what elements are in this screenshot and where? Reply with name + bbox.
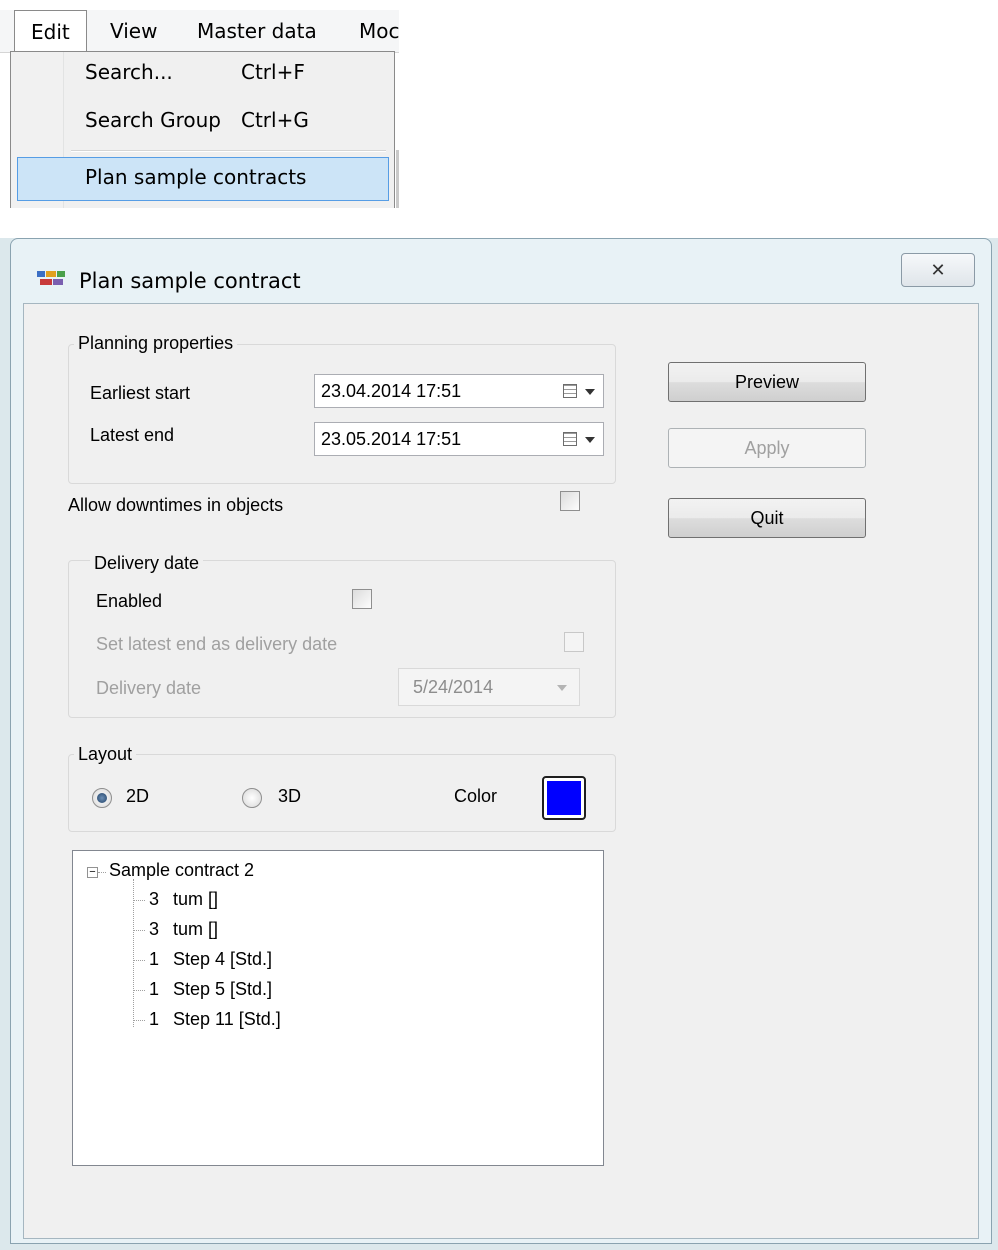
planning-properties-group: [68, 344, 616, 484]
chevron-down-icon[interactable]: [557, 685, 567, 691]
app-icon: [37, 271, 65, 285]
menu-item-search-shortcut: Ctrl+F: [241, 60, 305, 84]
earliest-start-label: Earliest start: [90, 383, 191, 403]
calendar-icon[interactable]: [563, 384, 577, 398]
radio-2d-label: 2D: [126, 786, 150, 806]
menu-screenshot: Edit View Master data Moc Search... Ctrl…: [0, 0, 399, 208]
tree-item-qty: 3: [149, 889, 160, 909]
earliest-start-picker[interactable]: 23.04.2014 17:51: [314, 374, 604, 408]
tree-connector: [133, 879, 134, 1027]
tree-connector: [133, 960, 145, 961]
menu-view[interactable]: View: [110, 10, 157, 52]
latest-end-value: 23.05.2014 17:51: [321, 429, 462, 449]
menu-edge: [396, 150, 399, 208]
menu-edit[interactable]: Edit: [14, 10, 87, 53]
allow-downtimes-label: Allow downtimes in objects: [68, 495, 284, 515]
edit-dropdown: Search... Ctrl+F Search Group Ctrl+G Pla…: [10, 51, 395, 208]
delivery-date-label: Delivery date: [96, 678, 202, 698]
menu-item-search-group[interactable]: Search Group: [85, 108, 221, 132]
dialog-client-area: Planning properties Earliest start 23.04…: [23, 303, 979, 1239]
allow-downtimes-checkbox[interactable]: [560, 491, 580, 511]
tree-connector: [133, 930, 145, 931]
layout-group: [68, 754, 616, 832]
apply-button[interactable]: Apply: [668, 428, 866, 468]
latest-end-picker[interactable]: 23.05.2014 17:51: [314, 422, 604, 456]
plan-sample-contract-dialog: Plan sample contract ✕ Planning properti…: [10, 238, 992, 1244]
delivery-date-title: Delivery date: [90, 553, 204, 574]
menu-master-data[interactable]: Master data: [197, 10, 317, 52]
enabled-checkbox[interactable]: [352, 589, 372, 609]
tree-item-label[interactable]: Step 4 [Std.]: [173, 949, 272, 970]
dialog-backdrop: Plan sample contract ✕ Planning properti…: [0, 238, 998, 1250]
tree-item-label[interactable]: Step 5 [Std.]: [173, 979, 272, 1000]
calendar-icon[interactable]: [563, 432, 577, 446]
dialog-title: Plan sample contract: [79, 269, 301, 293]
tree-item-label[interactable]: tum []: [173, 889, 218, 910]
delivery-date-value: 5/24/2014: [413, 677, 494, 697]
menu-bar: Edit View Master data Moc: [0, 10, 399, 53]
latest-end-label: Latest end: [90, 425, 175, 445]
color-picker-button[interactable]: [542, 776, 586, 820]
menu-item-search-group-shortcut: Ctrl+G: [241, 108, 309, 132]
quit-button[interactable]: Quit: [668, 498, 866, 538]
earliest-start-value: 23.04.2014 17:51: [321, 381, 462, 401]
collapse-icon[interactable]: −: [87, 867, 98, 878]
delivery-date-picker[interactable]: 5/24/2014: [398, 668, 580, 706]
radio-2d[interactable]: [92, 788, 112, 808]
dialog-titlebar[interactable]: Plan sample contract ✕: [11, 239, 991, 303]
tree-item-qty: 1: [149, 949, 160, 969]
tree-item-label[interactable]: Step 11 [Std.]: [173, 1009, 281, 1030]
close-button[interactable]: ✕: [901, 253, 975, 287]
chevron-down-icon[interactable]: [585, 389, 595, 395]
set-latest-end-label: Set latest end as delivery date: [96, 634, 338, 654]
tree-root-label[interactable]: Sample contract 2: [109, 860, 254, 881]
menu-item-plan-sample-contracts[interactable]: Plan sample contracts: [85, 165, 306, 189]
radio-3d-label: 3D: [278, 786, 302, 806]
menu-item-search[interactable]: Search...: [85, 60, 173, 84]
tree-item-qty: 1: [149, 1009, 160, 1029]
menu-mod[interactable]: Moc: [359, 10, 399, 52]
tree-connector: [133, 900, 145, 901]
menu-separator: [71, 150, 386, 152]
enabled-label: Enabled: [96, 591, 163, 611]
tree-item-qty: 3: [149, 919, 160, 939]
preview-button[interactable]: Preview: [668, 362, 866, 402]
chevron-down-icon[interactable]: [585, 437, 595, 443]
tree-connector: [133, 990, 145, 991]
set-latest-end-checkbox[interactable]: [564, 632, 584, 652]
color-label: Color: [454, 786, 498, 806]
color-swatch-fill: [547, 781, 581, 815]
tree-connector: [133, 1020, 145, 1021]
radio-3d[interactable]: [242, 788, 262, 808]
planning-properties-title: Planning properties: [74, 333, 238, 354]
layout-title: Layout: [74, 744, 137, 765]
tree-item-label[interactable]: tum []: [173, 919, 218, 940]
tree-item-qty: 1: [149, 979, 160, 999]
contract-tree[interactable]: − Sample contract 2 3 tum [] 3 tum [] 1 …: [72, 850, 604, 1166]
close-icon: ✕: [930, 260, 946, 280]
tree-connector: [98, 872, 106, 873]
